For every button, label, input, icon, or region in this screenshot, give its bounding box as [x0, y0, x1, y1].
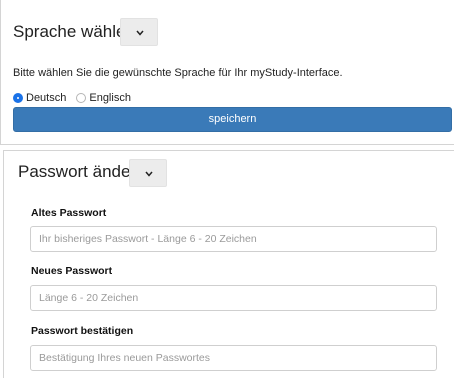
- old-password-input[interactable]: Ihr bisheriges Passwort - Länge 6 - 20 Z…: [30, 226, 437, 252]
- old-password-label: Altes Passwort: [31, 207, 107, 219]
- language-collapse-button[interactable]: [120, 18, 158, 46]
- chevron-down-icon: [145, 171, 153, 177]
- new-password-input[interactable]: Länge 6 - 20 Zeichen: [30, 285, 437, 311]
- radio-deutsch-label[interactable]: Deutsch: [26, 92, 66, 104]
- password-card: [3, 150, 454, 378]
- language-description: Bitte wählen Sie die gewünschte Sprache …: [13, 67, 343, 79]
- save-button[interactable]: speichern: [13, 107, 452, 132]
- new-password-label: Neues Passwort: [31, 265, 113, 277]
- radio-englisch-label[interactable]: Englisch: [89, 92, 131, 104]
- radio-englisch[interactable]: [76, 93, 87, 103]
- chevron-down-icon: [136, 30, 144, 36]
- confirm-password-input[interactable]: Bestätigung Ihres neuen Passwortes: [30, 345, 437, 371]
- password-section-title: Passwort ändern: [18, 162, 146, 181]
- confirm-password-label: Passwort bestätigen: [31, 325, 134, 337]
- radio-deutsch[interactable]: [13, 93, 23, 103]
- language-section-title: Sprache wählen: [13, 22, 135, 41]
- password-collapse-button[interactable]: [129, 159, 167, 187]
- language-radio-group: Deutsch Englisch: [13, 91, 141, 105]
